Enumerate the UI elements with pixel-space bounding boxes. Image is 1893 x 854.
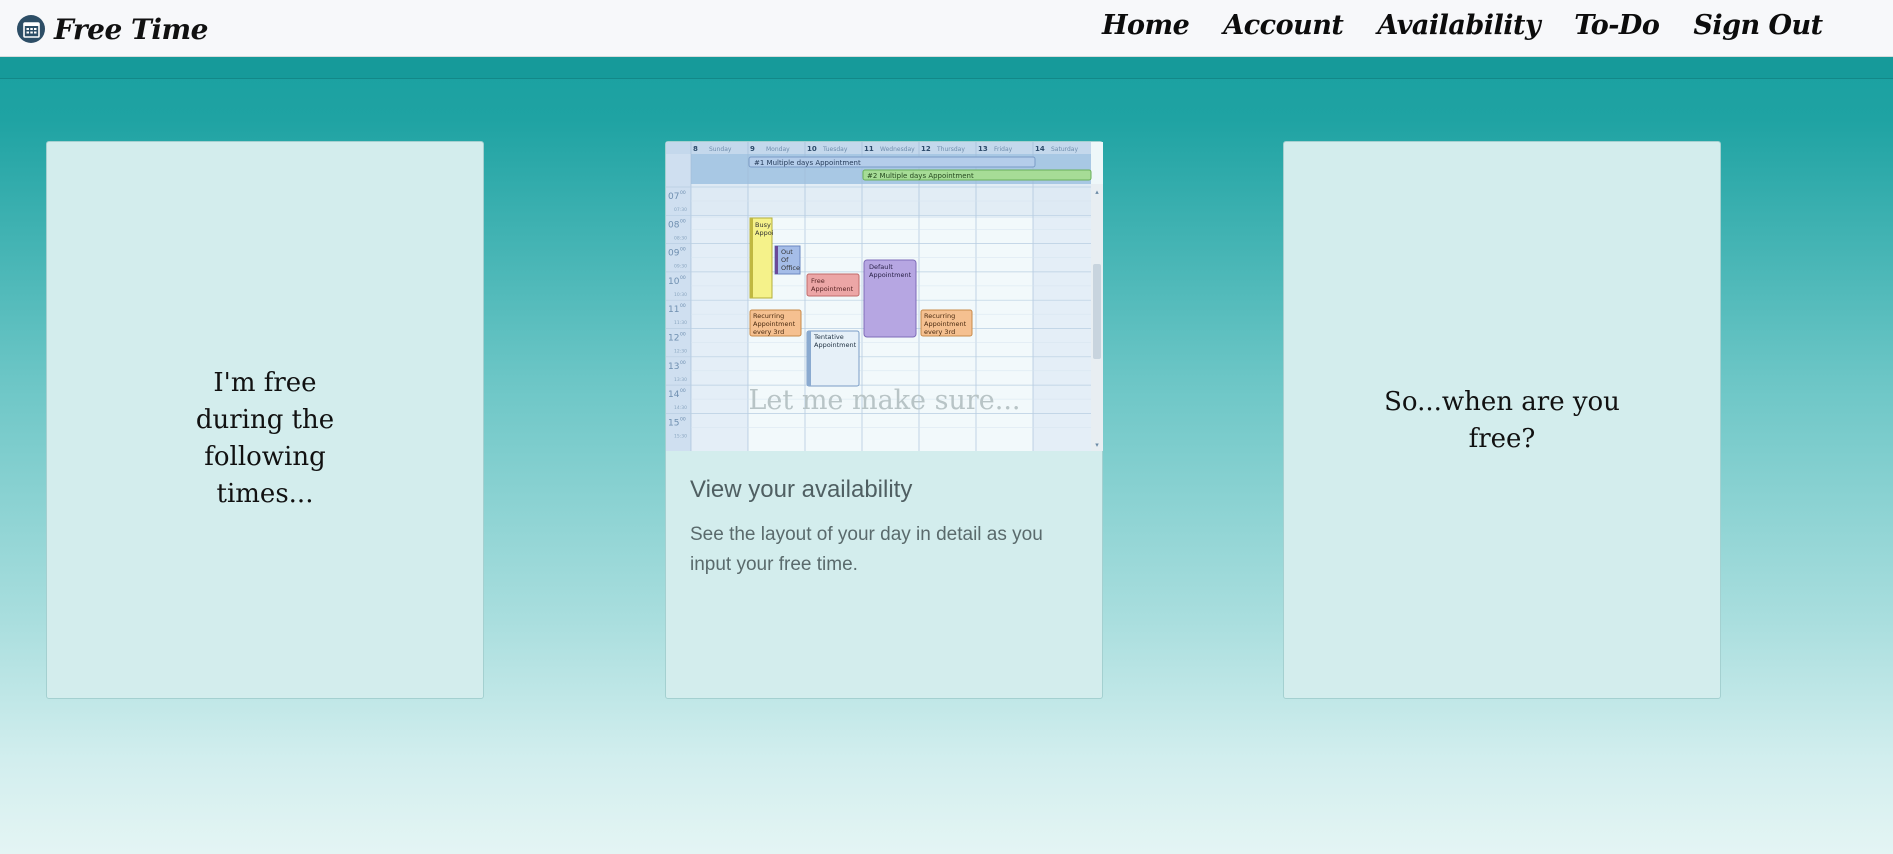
calendar-hour-minutes-5: 00 bbox=[680, 332, 686, 338]
calendar-hour-4: 11 bbox=[668, 305, 679, 315]
brand[interactable]: Free Time bbox=[17, 12, 208, 46]
card-free-times[interactable]: I'm free during the following times... bbox=[46, 141, 484, 699]
allday-appointment-2: #2 Multiple days Appointment bbox=[867, 172, 974, 180]
appt-ooo-line-2: Of bbox=[781, 256, 789, 264]
calendar-half-hour-5: 12:30 bbox=[674, 349, 687, 355]
calendar-day-3: Wednesday bbox=[880, 146, 915, 153]
calendar-hour-minutes-4: 00 bbox=[680, 303, 686, 309]
appt-recurring-2-line-2: Appointment bbox=[924, 320, 967, 328]
calendar-hour-0: 07 bbox=[668, 192, 679, 202]
navbar: Free Time Home Account Availability To-D… bbox=[0, 0, 1893, 57]
appt-recurring-1-line-3: every 3rd bbox=[753, 328, 784, 336]
calendar-day-1: Monday bbox=[766, 146, 790, 153]
calendar-hour-2: 09 bbox=[668, 249, 680, 259]
calendar-date-4: 12 bbox=[921, 145, 931, 153]
appt-tentative-line-1: Tentative bbox=[813, 333, 844, 341]
calendar-preview: ▴ ▾ 8 Sunday 9 Monday 10 Tuesday 11 Wednesday 12… bbox=[666, 142, 1103, 451]
calendar-date-1: 9 bbox=[750, 145, 755, 153]
card-view-availability-description: See the layout of your day in detail as … bbox=[690, 524, 1043, 575]
card-free-times-text: I'm free during the following times... bbox=[195, 368, 335, 509]
appt-free-line-1: Free bbox=[811, 277, 825, 285]
appt-recurring-2-line-3: every 3rd bbox=[924, 328, 955, 336]
card-view-availability-title: View your availability bbox=[690, 476, 913, 503]
calendar-half-hour-1: 08:30 bbox=[674, 235, 687, 241]
calendar-date-2: 10 bbox=[807, 145, 817, 153]
calendar-half-hour-2: 09:30 bbox=[674, 264, 687, 270]
calendar-date-6: 14 bbox=[1035, 145, 1045, 153]
brand-name: Free Time bbox=[54, 12, 208, 46]
nav-availability[interactable]: Availability bbox=[1377, 10, 1540, 41]
svg-text:▴: ▴ bbox=[1095, 188, 1099, 196]
calendar-date-0: 8 bbox=[693, 145, 698, 153]
calendar-hour-1: 08 bbox=[668, 220, 680, 230]
allday-appointment-1: #1 Multiple days Appointment bbox=[754, 159, 861, 167]
appt-recurring-1-line-1: Recurring bbox=[753, 312, 784, 320]
calendar-hour-6: 13 bbox=[668, 362, 679, 372]
calendar-hour-minutes-3: 00 bbox=[680, 275, 686, 281]
calendar-hour-5: 12 bbox=[668, 334, 679, 344]
appt-ooo-line-1: Out bbox=[781, 248, 793, 256]
calendar-day-0: Sunday bbox=[709, 146, 732, 153]
calendar-half-hour-4: 11:30 bbox=[674, 320, 687, 326]
nav-sign-out[interactable]: Sign Out bbox=[1693, 10, 1823, 41]
calendar-hour-3: 10 bbox=[668, 277, 680, 287]
appt-default-line-1: Default bbox=[869, 263, 893, 271]
calendar-half-hour-3: 10:30 bbox=[674, 292, 687, 298]
calendar-day-5: Friday bbox=[994, 146, 1013, 153]
calendar-half-hour-0: 07:30 bbox=[674, 207, 687, 213]
appt-ooo-line-3: Office bbox=[781, 264, 800, 272]
appt-recurring-1-line-2: Appointment bbox=[753, 320, 796, 328]
card-when-free[interactable]: So...when are you free? bbox=[1283, 141, 1721, 699]
calendar-date-5: 13 bbox=[978, 145, 988, 153]
appt-busy-line-1: Busy bbox=[755, 221, 771, 229]
nav-account[interactable]: Account bbox=[1223, 10, 1344, 41]
calendar-hour-8: 15 bbox=[668, 418, 679, 428]
calendar-hour-minutes-2: 00 bbox=[680, 247, 686, 253]
card-view-availability[interactable]: ▴ ▾ 8 Sunday 9 Monday 10 Tuesday 11 Wednesday 12… bbox=[665, 141, 1103, 699]
calendar-icon bbox=[17, 15, 45, 43]
appt-busy-line-2: Appoi bbox=[755, 229, 774, 237]
nav-todo[interactable]: To-Do bbox=[1574, 10, 1660, 41]
calendar-overlay-text: Let me make sure... bbox=[748, 385, 1021, 416]
nav-home[interactable]: Home bbox=[1102, 10, 1190, 41]
appt-recurring-2-line-1: Recurring bbox=[924, 312, 955, 320]
header-stripe bbox=[0, 57, 1893, 79]
calendar-date-3: 11 bbox=[864, 145, 874, 153]
svg-text:▾: ▾ bbox=[1095, 441, 1099, 449]
calendar-day-4: Thursday bbox=[936, 146, 965, 153]
card-when-free-text: So...when are you free? bbox=[1384, 387, 1620, 454]
nav-links: Home Account Availability To-Do Sign Out bbox=[1102, 10, 1857, 41]
calendar-half-hour-8: 15:30 bbox=[674, 433, 687, 439]
calendar-day-6: Saturday bbox=[1051, 146, 1078, 153]
appt-tentative-line-2: Appointment bbox=[814, 341, 857, 349]
calendar-day-2: Tuesday bbox=[822, 146, 848, 153]
appt-default-line-2: Appointment bbox=[869, 271, 912, 279]
calendar-hour-minutes-0: 00 bbox=[680, 190, 686, 196]
calendar-hour-minutes-6: 00 bbox=[680, 360, 686, 366]
calendar-hour-minutes-1: 00 bbox=[680, 218, 686, 224]
appt-free-line-2: Appointment bbox=[811, 285, 854, 293]
